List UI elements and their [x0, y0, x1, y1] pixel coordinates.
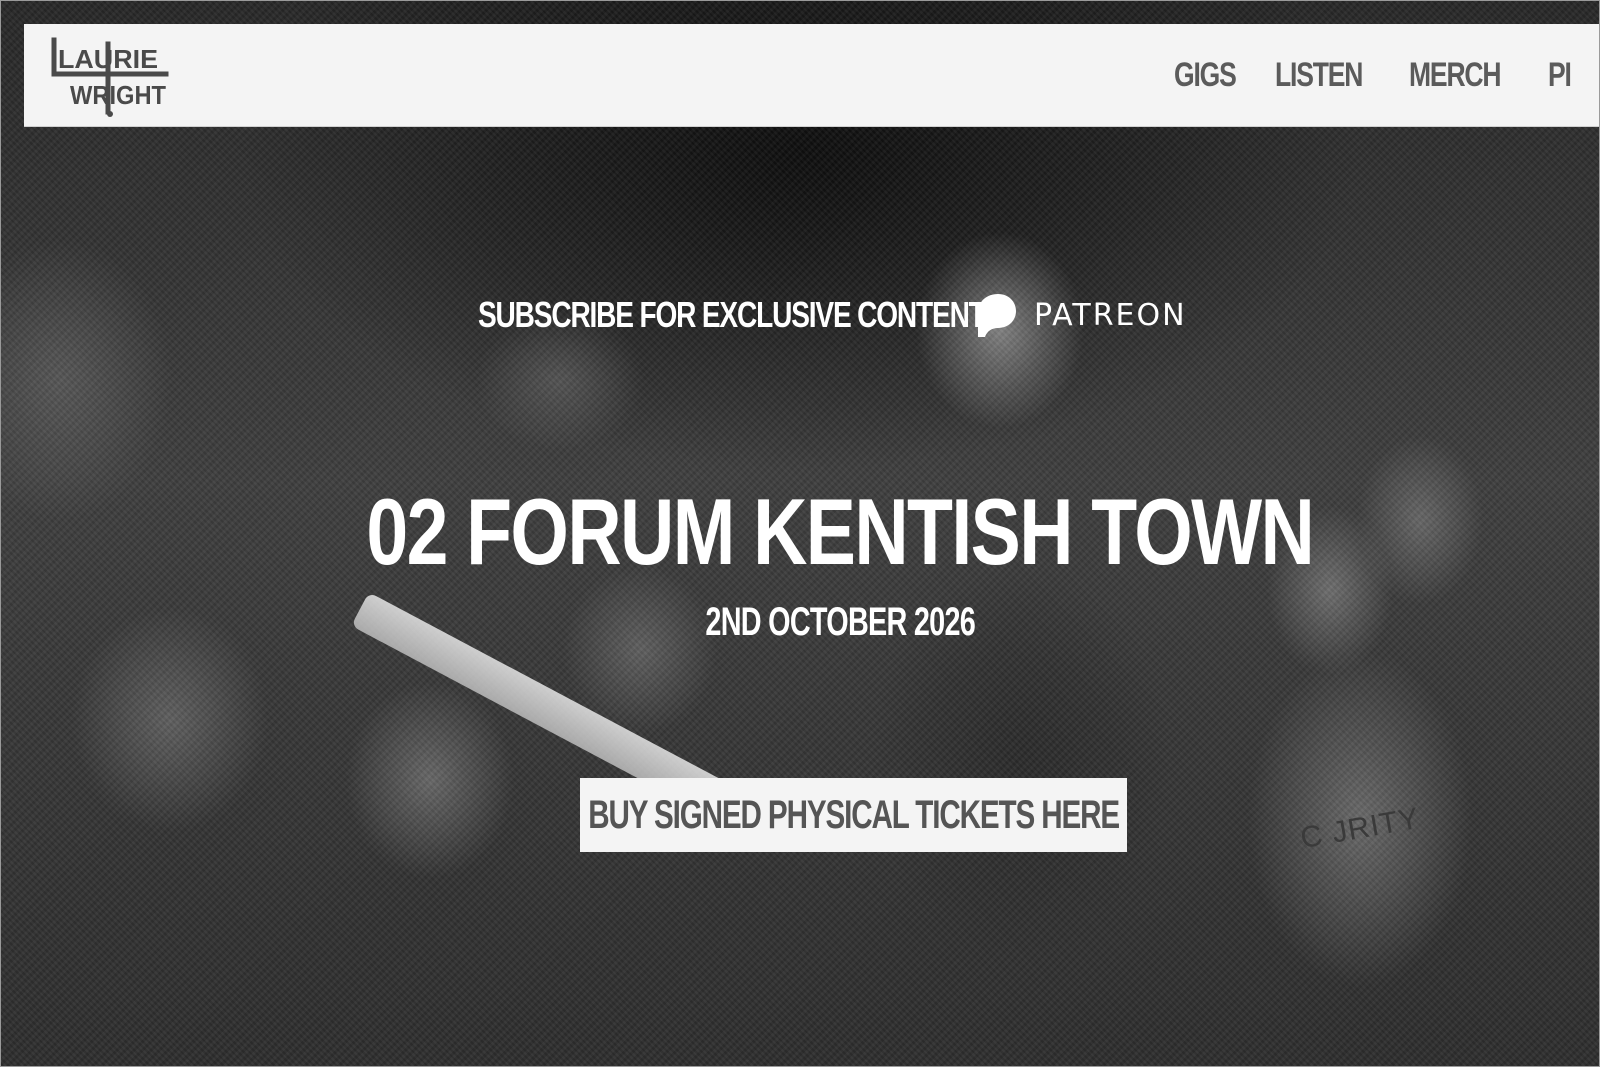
site-header: LAURIE WRIGHT GIGS LISTEN MERCH PI	[24, 24, 1600, 127]
logo-mark: LAURIE WRIGHT	[51, 37, 169, 117]
event-venue-text: 02 FORUM KENTISH TOWN	[366, 479, 1315, 584]
nav-item-partial[interactable]: PI	[1548, 56, 1572, 95]
buy-tickets-button[interactable]: BUY SIGNED PHYSICAL TICKETS HERE	[580, 778, 1127, 852]
nav-item-merch[interactable]: MERCH	[1409, 56, 1502, 95]
event-venue-title: 02 FORUM KENTISH TOWN	[0, 478, 1600, 586]
nav-item-gigs[interactable]: GIGS	[1174, 56, 1237, 95]
event-date: 2ND OCTOBER 2026	[0, 600, 1600, 645]
subscribe-text: SUBSCRIBE FOR EXCLUSIVE CONTENT	[478, 294, 986, 335]
main-nav: GIGS LISTEN MERCH PI	[1174, 50, 1572, 100]
buy-tickets-label: BUY SIGNED PHYSICAL TICKETS HERE	[588, 792, 1120, 837]
nav-item-listen[interactable]: LISTEN	[1275, 56, 1363, 95]
site-logo[interactable]: LAURIE WRIGHT	[46, 34, 172, 118]
patreon-label: PATREON	[1034, 297, 1187, 333]
event-date-text: 2ND OCTOBER 2026	[705, 600, 975, 644]
patreon-link[interactable]: PATREON	[972, 291, 1187, 339]
logo-line-1: LAURIE	[58, 44, 158, 74]
subscribe-row: SUBSCRIBE FOR EXCLUSIVE CONTENT PATREON	[478, 288, 1187, 342]
logo-line-2: WRIGHT	[70, 80, 166, 110]
